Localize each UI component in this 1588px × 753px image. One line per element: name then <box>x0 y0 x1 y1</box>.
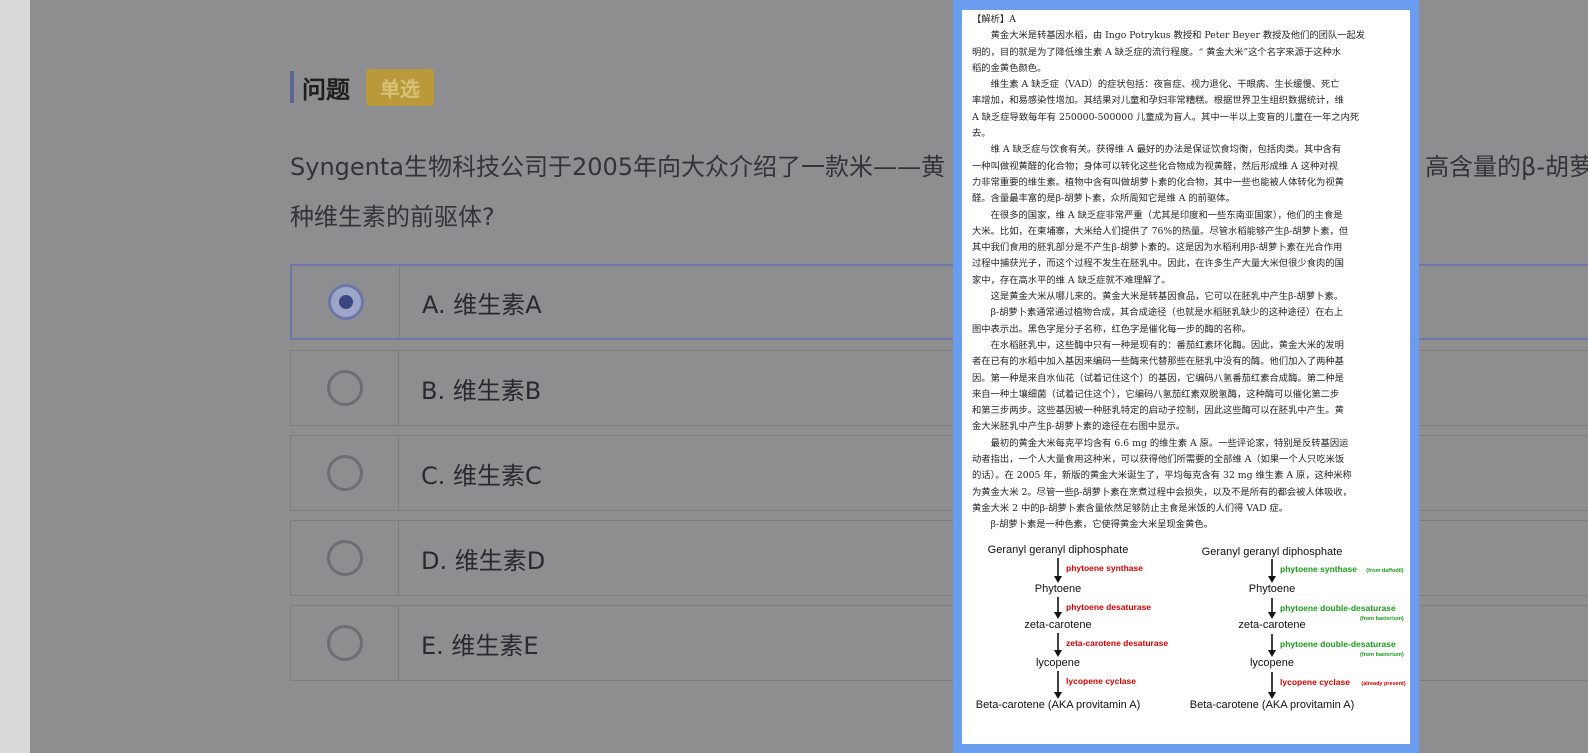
pathway-molecule: lycopene <box>1250 657 1294 669</box>
pathway-molecule: zeta-carotene <box>1024 619 1091 631</box>
pathway-enzyme: phytoene desaturase <box>1066 602 1151 612</box>
pathway-molecule: zeta-carotene <box>1238 619 1305 631</box>
pathway-enzyme: lycopene cyclase <box>1280 677 1350 687</box>
pathway-enzyme: lycopene cyclase <box>1066 676 1136 686</box>
left-sidebar <box>0 0 30 753</box>
pathway-enzyme: phytoene double-desaturase <box>1280 603 1396 613</box>
explanation-header: 【解析】A <box>972 14 1016 25</box>
explanation-line: 最初的黄金大米每克平均含有 6.6 mg 的维生素 A 原。一些评论家，特别是反… <box>990 437 1349 449</box>
explanation-line: 在水稻胚乳中，这些酶中只有一种是现有的：番茄红素环化酶。因此，黄金大米的发明 <box>990 339 1344 351</box>
radio-dot <box>338 295 353 309</box>
question-heading: 问题 <box>302 75 350 104</box>
radio-selected[interactable] <box>327 284 364 320</box>
explanation-line: 在很多的国家，维 A 缺乏症非常严重（尤其是印度和一些东南亚国家），他们的主食是 <box>990 209 1343 221</box>
pathway-molecule: lycopene <box>1036 657 1080 669</box>
pathway-molecule: Phytoene <box>1035 583 1081 595</box>
pathway-molecule: Geranyl geranyl diphosphate <box>988 544 1129 556</box>
question-text-line1: Syngenta生物科技公司于2005年向大众介绍了一款米——黄 <box>290 153 946 181</box>
pathway-enzyme-source: (from daffodil) <box>1366 568 1403 574</box>
pathway-arrowhead <box>1054 692 1062 699</box>
explanation-line: 和第三步两步。这些基因被一种胚乳特定的启动子控制，因此这些酶可以在胚乳中产生。黄 <box>972 405 1344 417</box>
radio[interactable] <box>326 370 363 406</box>
heading-accent-bar <box>290 71 294 103</box>
carotene-pathway-diagram: Geranyl geranyl diphosphate Phytoene zeta-… <box>976 544 1406 711</box>
pathway-molecule: Geranyl geranyl diphosphate <box>1202 546 1343 558</box>
option-label: C. 维生素C <box>421 461 542 490</box>
option-label: D. 维生素D <box>421 546 546 575</box>
explanation-line: 者在已有的水稻中加入基因来编码一些酶来代替那些在胚乳中没有的酶。他们加入了两种基 <box>972 356 1344 368</box>
question-header: 问题 单选 <box>290 68 434 106</box>
explanation-line: 为黄金大米 2。尽管一些β-胡萝卜素在烹煮过程中会损失，以及不是所有的都会被人体… <box>972 486 1352 498</box>
explanation-line: 大米。比如，在柬埔寨，大米给人们提供了 76%的热量。尽管水稻能够产生β-胡萝卜… <box>972 225 1349 237</box>
radio[interactable] <box>326 540 363 576</box>
explanation-paragraphs: 黄金大米是转基因水稻，由 Ingo Potrykus 教授和 Peter Bey… <box>972 28 1404 533</box>
explanation-line: 其中我们食用的胚乳部分是不产生β-胡萝卜素的。这是因为水稻利用β-胡萝卜素在光合… <box>972 242 1343 254</box>
explanation-line: 图中表示出。黑色字是分子名称，红色字是催化每一步的酶的名称。 <box>972 323 1251 335</box>
explanation-line: 这是黄金大米从哪儿来的。黄金大米是转基因食品，它可以在胚乳中产生β-胡萝卜素。 <box>990 291 1344 303</box>
explanation-line: 过程中捕获光子，而这个过程不发生在胚乳中。因此，在许多生产大量大米但很少食肉的国 <box>972 258 1344 270</box>
pathway-arrowhead <box>1054 650 1062 657</box>
explanation-line: 力非常重要的维生素。植物中含有叫做胡萝卜素的化合物，其中一些也能被人体转化为视黄 <box>972 176 1344 188</box>
pathway-molecule: Beta-carotene (AKA provitamin A) <box>976 699 1140 711</box>
explanation-line: A 缺乏症导致每年有 250000-500000 儿童成为盲人。其中一半以上变盲… <box>972 111 1360 123</box>
explanation-document: 【解析】A 黄金大米是转基因水稻，由 Ingo Potrykus 教授和 Pet… <box>962 10 1410 744</box>
option-label: A. 维生素A <box>422 290 542 319</box>
explanation-line: 家中，存在高水平的维 A 缺乏症就不难理解了。 <box>972 274 1171 286</box>
pathway-arrowhead <box>1054 576 1062 583</box>
pathway-enzyme: phytoene synthase <box>1280 564 1357 574</box>
option-label: B. 维生素B <box>421 376 542 405</box>
pathway-arrowhead <box>1268 576 1276 583</box>
explanation-line: 的话）。在 2005 年，新版的黄金大米诞生了，平均每克含有 32 mg 维生素… <box>972 470 1352 482</box>
question-text-tail: 高含量的β-胡萝 <box>1425 153 1588 181</box>
explanation-line: 金大米胚乳中产生β-胡萝卜素的途径在右图中显示。 <box>972 421 1186 433</box>
option-label: E. 维生素E <box>421 631 539 660</box>
explanation-line: 黄金大米 2 中的β-胡萝卜素含量依然足够防止主食是米饭的人们得 VAD 症。 <box>972 502 1289 514</box>
pathway-arrowhead <box>1268 612 1276 619</box>
pathway-arrowhead <box>1268 692 1276 699</box>
explanation-line: 一种叫做视黄醛的化合物；身体可以转化这些化合物成为视黄醛，然后形成维 A 这种对… <box>972 160 1338 172</box>
explanation-line: 来自一种土壤细菌（试着记住这个），它编码八氢茄红素双脱氢酶，这种酶可以催化第二步 <box>972 388 1340 400</box>
pathway-enzyme: zeta-carotene desaturase <box>1066 638 1168 648</box>
radio[interactable] <box>326 455 363 491</box>
explanation-line: 维 A 缺乏症与饮食有关。获得维 A 最好的办法是保证饮食均衡，包括肉类。其中含… <box>990 144 1342 156</box>
explanation-line: 因。第一种是来自水仙花（试着记住这个）的基因，它编码八氢番茄红素合成酶。第二种是 <box>972 372 1344 384</box>
pathway-enzyme-source: (from bacterium) <box>1360 616 1404 622</box>
pathway-enzyme: phytoene synthase <box>1066 563 1143 573</box>
pathway-enzyme-source: (already present) <box>1361 681 1405 687</box>
question-type-badge: 单选 <box>366 68 434 106</box>
explanation-line: β-胡萝卜素通常通过植物合成，其合成途径（也就是水稻胚乳缺少的这种途径）在右上 <box>990 307 1344 319</box>
pathway-enzyme-source: (from bacterium) <box>1360 652 1404 658</box>
radio[interactable] <box>326 625 363 661</box>
explanation-line: 稻的金黄色颜色。 <box>972 62 1047 74</box>
explanation-image-viewer[interactable]: 【解析】A 黄金大米是转基因水稻，由 Ingo Potrykus 教授和 Pet… <box>953 0 1419 753</box>
explanation-line: 动者指出，一个人大量食用这种米，可以获得他们所需要的全部维 A（如果一个人只吃米… <box>972 454 1345 466</box>
pathway-molecule: Phytoene <box>1249 583 1295 595</box>
pathway-enzyme: phytoene double-desaturase <box>1280 639 1396 649</box>
explanation-line: 率增加，和易感染性增加。其结果对儿童和孕妇非常糟糕。根据世界卫生组织数据统计，维 <box>972 95 1344 107</box>
pathway-molecule: Beta-carotene (AKA provitamin A) <box>1190 699 1354 711</box>
explanation-line: 维生素 A 缺乏症（VAD）的症状包括：夜盲症、视力退化、干眼病、生长缓慢、死亡 <box>990 79 1340 91</box>
explanation-line: β-胡萝卜素是一种色素，它使得黄金大米呈现金黄色。 <box>990 519 1213 531</box>
explanation-line: 醛。含量最丰富的是β-胡萝卜素，众所周知它是维 A 的前驱体。 <box>972 193 1235 205</box>
pathway-arrowhead <box>1054 612 1062 619</box>
explanation-line: 黄金大米是转基因水稻，由 Ingo Potrykus 教授和 Peter Bey… <box>990 30 1366 42</box>
explanation-line: 去。 <box>972 128 991 140</box>
explanation-line: 明的，目的就是为了降低维生素 A 缺乏症的流行程度。“ 黄金大米”这个名字来源于… <box>972 46 1342 58</box>
pathway-arrowhead <box>1268 650 1276 657</box>
